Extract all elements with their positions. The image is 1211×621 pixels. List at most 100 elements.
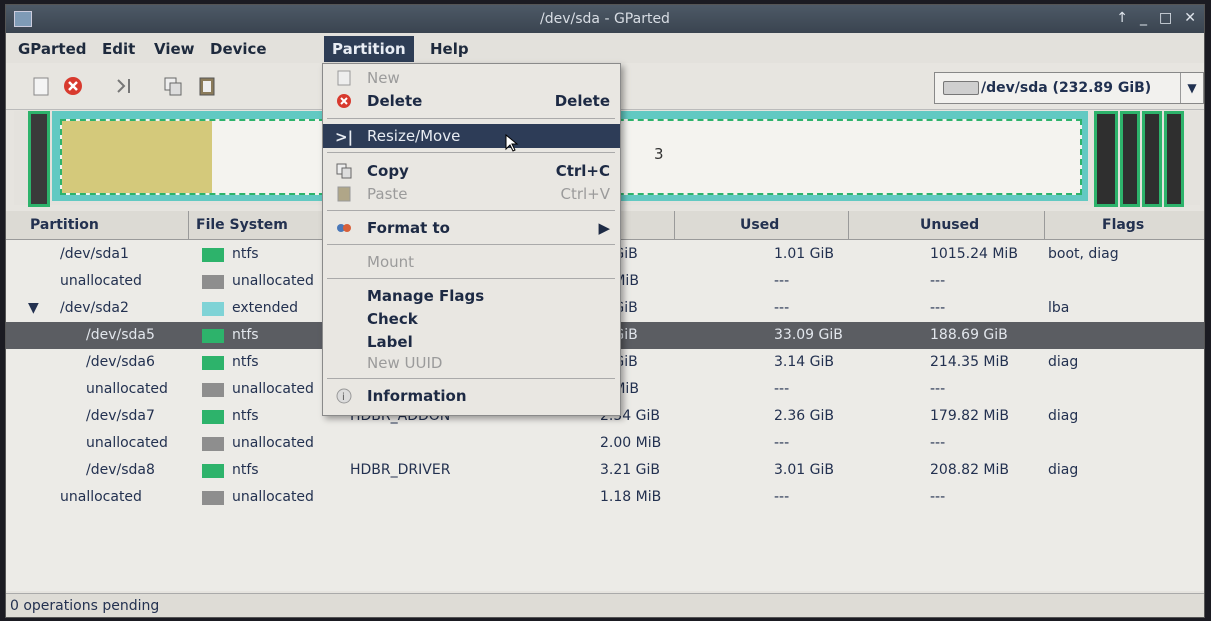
info-icon: i [336,388,352,404]
close-icon[interactable]: ✕ [1184,10,1196,26]
used-value: 2.36 GiB [774,408,834,424]
paste-icon [337,186,351,202]
unused-value: --- [930,300,946,316]
col-flags[interactable]: Flags [1102,217,1144,233]
unused-value: 1015.24 MiB [930,246,1018,262]
col-filesystem[interactable]: File System [196,217,288,233]
menu-edit[interactable]: Edit [102,40,135,58]
menu-separator [327,118,615,119]
col-divider [1044,211,1045,239]
unused-value: --- [930,489,946,505]
fs-color-swatch [202,410,224,424]
partition-name: /dev/sda5 [86,327,155,343]
diskmap-sda5-used [62,121,212,193]
device-selector[interactable]: /dev/sda (232.89 GiB) ▼ [934,72,1204,104]
unused-value: 208.82 MiB [930,462,1010,478]
menu-help[interactable]: Help [430,40,469,58]
menu-separator [327,152,615,153]
copy-icon [336,163,352,179]
menu-item-delete[interactable]: Delete Delete [323,89,620,113]
fs-color-swatch [202,275,224,289]
partition-name: unallocated [86,381,168,397]
table-row[interactable]: unallocated unallocated 2.00 MiB --- --- [6,430,1204,457]
fs-color-swatch [202,464,224,478]
partition-name: /dev/sda7 [86,408,155,424]
fs-name: ntfs [232,246,259,262]
table-row[interactable]: /dev/sda8 ntfs HDBR_DRIVER 3.21 GiB 3.01 GiB… [6,457,1204,484]
diskmap-tail[interactable] [1164,111,1184,207]
fs-name: ntfs [232,327,259,343]
used-value: --- [774,435,790,451]
menu-partition[interactable]: Partition [324,36,414,62]
col-unused[interactable]: Unused [920,217,979,233]
col-used[interactable]: Used [740,217,779,233]
menu-item-mount[interactable]: Mount [323,250,620,274]
unused-value: 179.82 MiB [930,408,1010,424]
unused-value: 188.69 GiB [930,327,1008,343]
diskmap-sda6[interactable] [1094,111,1118,207]
chevron-down-icon[interactable]: ▼ [1180,73,1203,103]
diskmap-fragment-text: 3 [654,145,664,163]
fs-color-swatch [202,437,224,451]
harddisk-icon [943,81,979,95]
partition-name: unallocated [86,435,168,451]
partition-name: unallocated [60,489,142,505]
menu-item-resize-move[interactable]: >| Resize/Move [323,124,620,152]
menu-item-copy[interactable]: Copy Ctrl+C [323,159,620,183]
status-text: 0 operations pending [10,598,160,614]
size-value: 3.21 GiB [600,462,660,478]
diskmap-sda7[interactable] [1120,111,1140,207]
new-icon [337,70,351,86]
window-title: /dev/sda - GParted [540,11,670,27]
resize-icon: >| [335,128,354,146]
menu-item-check[interactable]: Check [323,307,620,331]
menu-item-format-to[interactable]: Format to ▶ [323,216,620,240]
menu-item-paste[interactable]: Paste Ctrl+V [323,182,620,206]
copy-icon[interactable] [162,75,184,97]
used-value: --- [774,381,790,397]
fs-name: ntfs [232,408,259,424]
col-partition[interactable]: Partition [30,217,99,233]
used-value: 33.09 GiB [774,327,843,343]
fs-color-swatch [202,329,224,343]
flags-value: boot, diag [1048,246,1119,262]
new-icon[interactable] [30,75,52,97]
fs-name: ntfs [232,354,259,370]
minimize-icon[interactable]: _ [1140,10,1147,26]
size-value: 2.00 MiB [600,435,662,451]
diskmap-sda1[interactable] [28,111,50,207]
used-value: --- [774,300,790,316]
window-controls: ↑ _ □ ✕ [1116,10,1196,26]
delete-icon [337,94,351,108]
fs-label: HDBR_DRIVER [350,462,451,478]
maximize-icon[interactable]: □ [1159,10,1172,26]
menu-item-information[interactable]: i Information [323,384,620,408]
delete-icon[interactable] [62,75,84,97]
submenu-arrow-icon: ▶ [598,219,610,237]
unused-value: --- [930,273,946,289]
flags-value: diag [1048,462,1079,478]
menu-bar: GParted Edit View Device Partition Help [6,33,1204,64]
menu-view[interactable]: View [154,40,195,58]
resize-icon[interactable] [114,75,136,97]
menu-item-new-uuid[interactable]: New UUID [323,351,620,375]
table-row[interactable]: unallocated unallocated 1.18 MiB --- --- [6,484,1204,511]
used-value: 1.01 GiB [774,246,834,262]
menu-item-manage-flags[interactable]: Manage Flags [323,284,620,308]
menu-separator [327,210,615,211]
fs-color-swatch [202,491,224,505]
menu-gparted[interactable]: GParted [18,40,87,58]
diskmap-sda8[interactable] [1142,111,1162,207]
paste-icon[interactable] [196,75,218,97]
used-value: --- [774,273,790,289]
col-divider [188,211,189,239]
col-divider [674,211,675,239]
partition-name: /dev/sda1 [60,246,129,262]
menu-separator [327,244,615,245]
menu-device[interactable]: Device [210,40,267,58]
raise-icon[interactable]: ↑ [1116,10,1128,26]
menu-item-new[interactable]: New [323,66,620,90]
fs-name: unallocated [232,489,314,505]
status-bar: 0 operations pending [6,593,1204,617]
device-selector-label: /dev/sda (232.89 GiB) [981,80,1152,96]
